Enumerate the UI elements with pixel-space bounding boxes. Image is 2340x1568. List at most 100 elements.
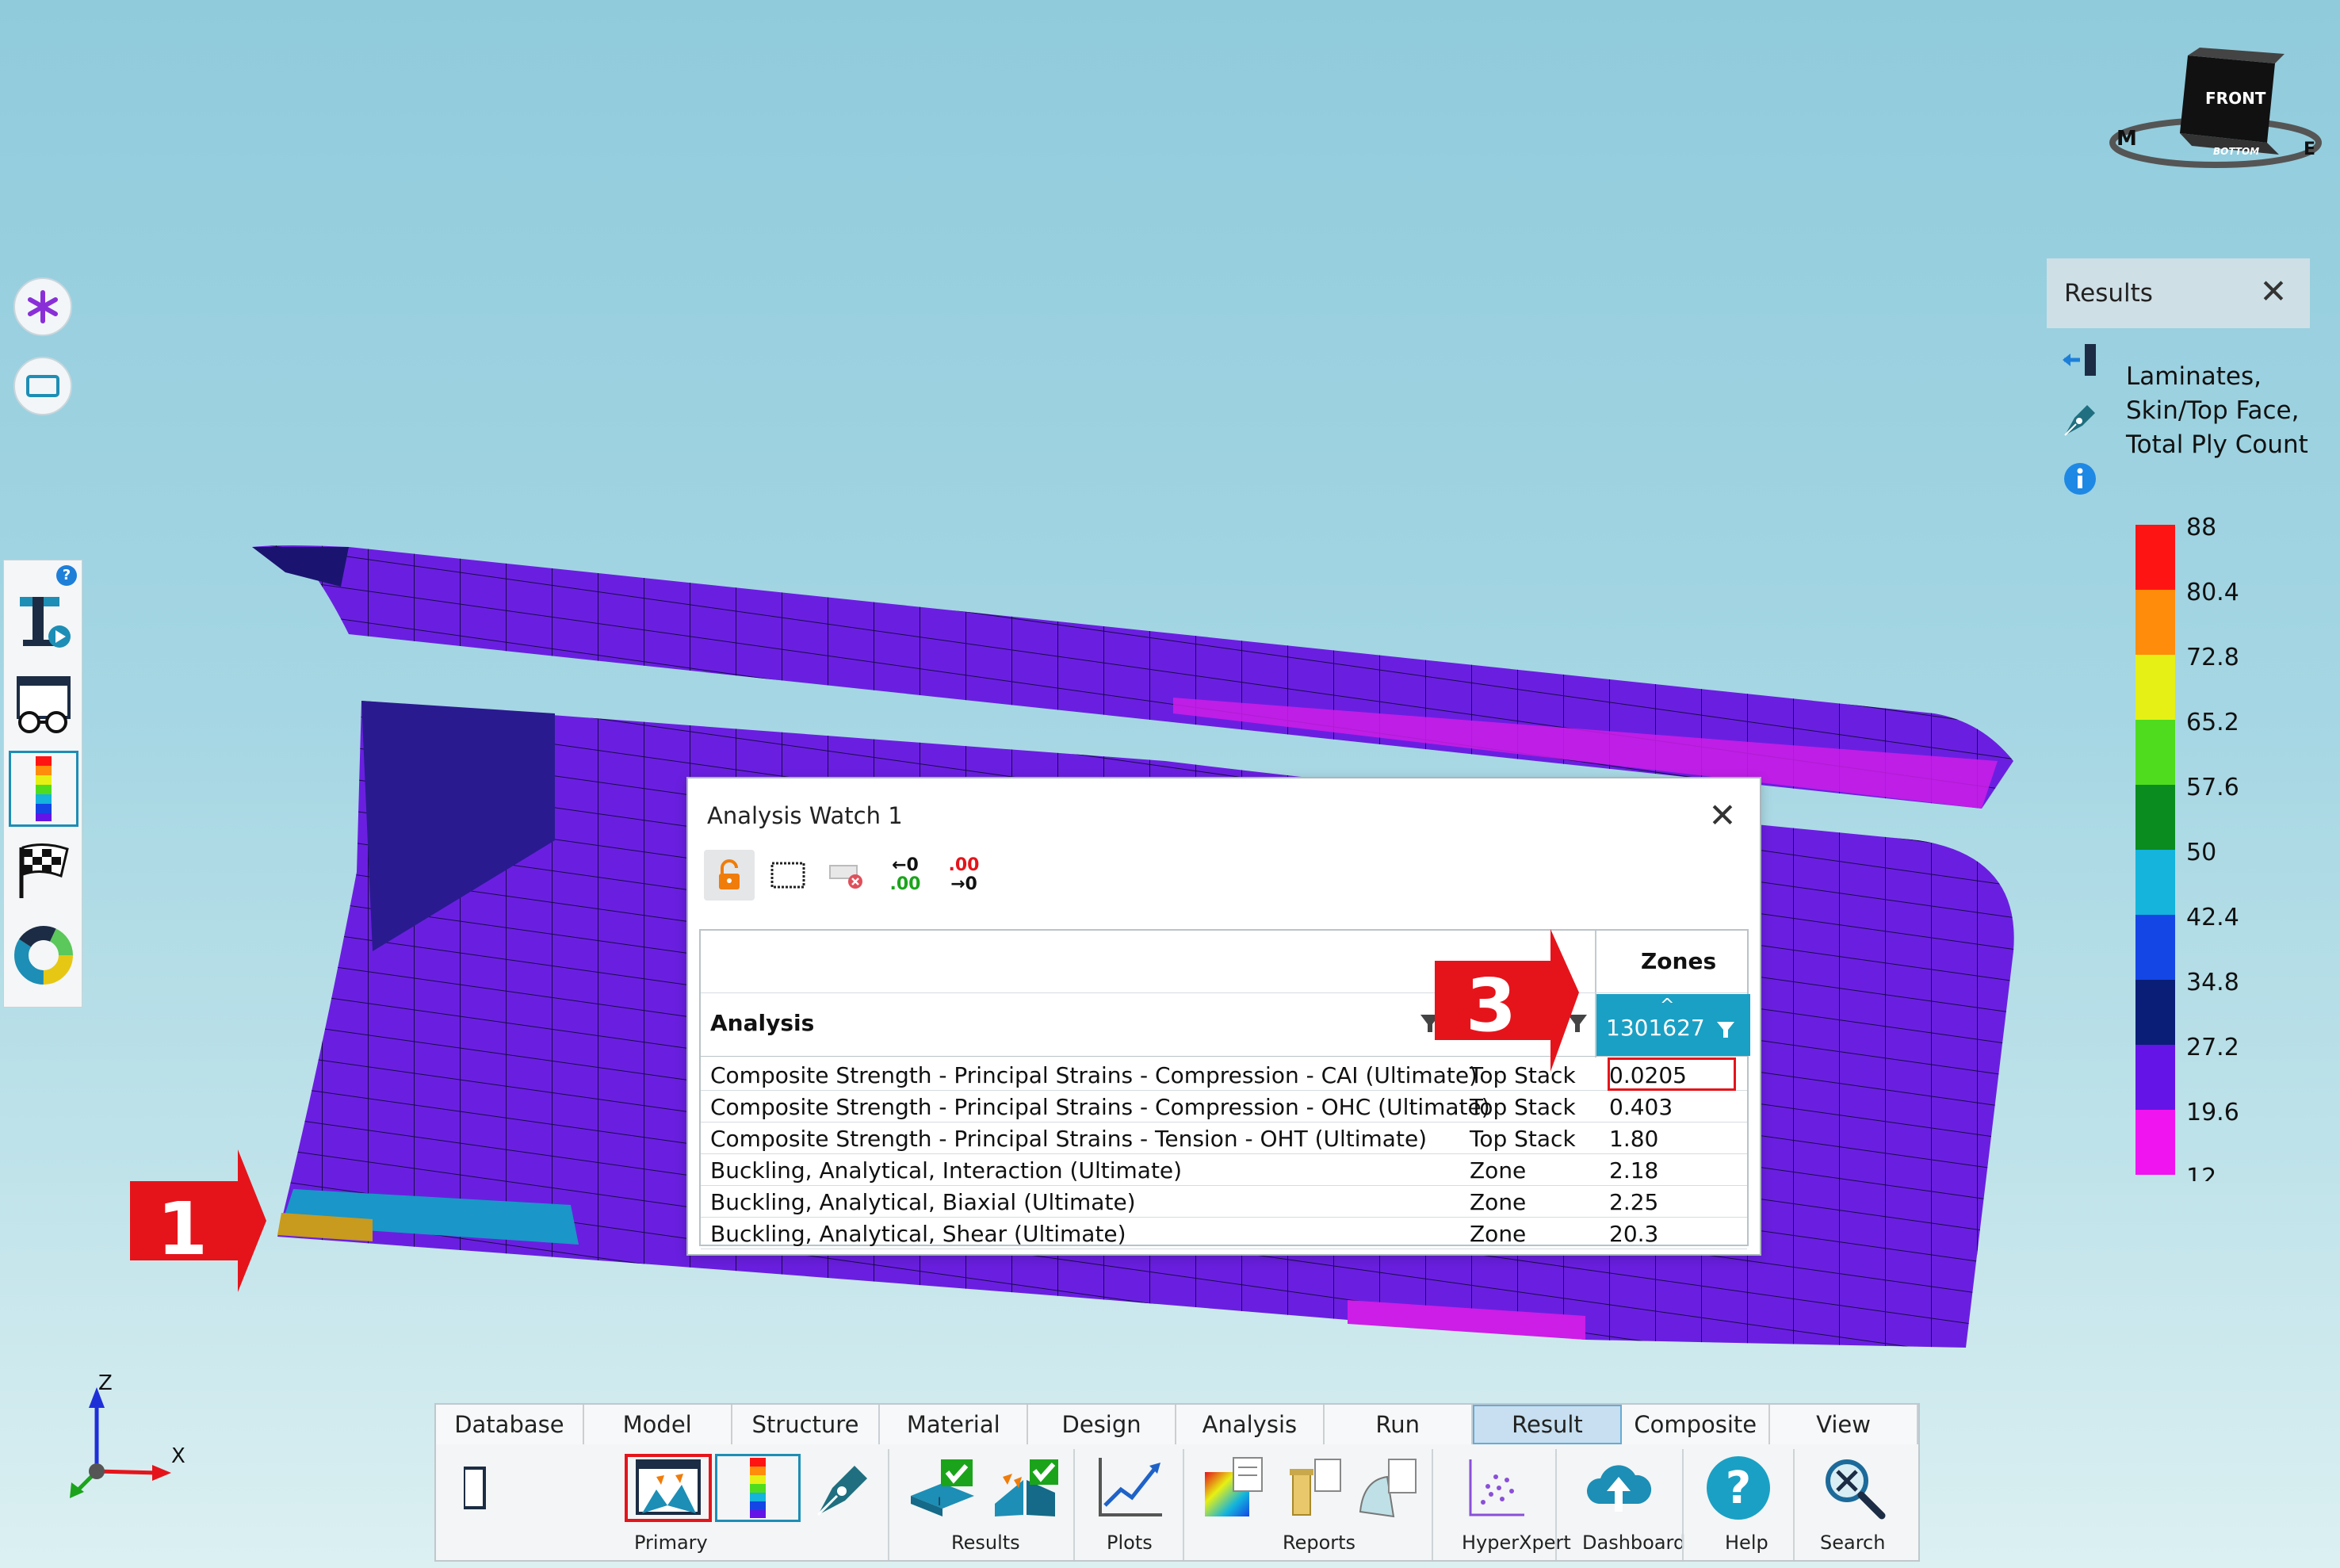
legend-label: 65.2 bbox=[2186, 709, 2239, 736]
dashboard-button[interactable] bbox=[1563, 1454, 1674, 1522]
row-analysis: Buckling, Analytical, Biaxial (Ultimate) bbox=[710, 1189, 1136, 1215]
zones-header[interactable]: Zones bbox=[1641, 948, 1716, 974]
zone-filter-icon[interactable] bbox=[1715, 1019, 1736, 1040]
ribbon-separator bbox=[1682, 1449, 1684, 1560]
ribbon-tab-structure[interactable]: Structure bbox=[732, 1405, 881, 1444]
table-row[interactable]: Buckling, Analytical, Interaction (Ultim… bbox=[701, 1154, 1747, 1186]
legend-swatch bbox=[2135, 915, 2175, 981]
report-surface-button[interactable] bbox=[1349, 1454, 1425, 1522]
asterisk-tool-button[interactable] bbox=[13, 277, 72, 336]
legend-label: 72.8 bbox=[2186, 644, 2239, 671]
watch-close-icon[interactable]: ✕ bbox=[1703, 796, 1742, 836]
legend-label: 50 bbox=[2186, 839, 2217, 866]
ribbon-group-dashboard: Dashboard bbox=[1582, 1532, 1686, 1554]
row-analysis: Buckling, Analytical, Shear (Ultimate) bbox=[710, 1221, 1126, 1247]
primary-analysis-watch-button[interactable] bbox=[625, 1454, 712, 1522]
view-cube-bottom[interactable]: BOTTOM bbox=[2213, 146, 2259, 157]
tool-contour-legend-button[interactable] bbox=[9, 751, 78, 827]
result-name: Laminates, Skin/Top Face, Total Ply Coun… bbox=[2126, 362, 2308, 459]
legend-label: 12 bbox=[2186, 1164, 2217, 1181]
ribbon-separator bbox=[1432, 1449, 1433, 1560]
analysis-watch-dialog: Analysis Watch 1 ✕ ←0 .00 .00 →0 Zones A… bbox=[686, 777, 1761, 1256]
inc-decimals-top: ←0 bbox=[892, 855, 919, 875]
decrease-decimals-button[interactable]: .00 →0 bbox=[939, 850, 989, 901]
table-row[interactable]: Buckling, Analytical, Biaxial (Ultimate)… bbox=[701, 1186, 1747, 1218]
row-location: Zone bbox=[1470, 1157, 1527, 1184]
results-close-icon[interactable]: ✕ bbox=[2253, 271, 2294, 312]
info-icon bbox=[2064, 463, 2096, 495]
cloud-upload-icon bbox=[1586, 1465, 1652, 1512]
highlight-box-value bbox=[1608, 1057, 1736, 1091]
search-icon bbox=[1826, 1459, 1886, 1520]
frame-select-button[interactable] bbox=[763, 850, 813, 901]
view-cube-ring-right[interactable]: E bbox=[2304, 140, 2315, 159]
zone-column-header[interactable]: ^ 1301627 bbox=[1596, 994, 1750, 1056]
svg-text:I: I bbox=[938, 1496, 941, 1509]
legend-label: 88 bbox=[2186, 514, 2217, 541]
ribbon-tab-composite[interactable]: Composite bbox=[1622, 1405, 1771, 1444]
increase-decimals-button[interactable]: ←0 .00 bbox=[880, 850, 931, 901]
legend-swatch bbox=[2135, 1110, 2175, 1175]
legend-label: 34.8 bbox=[2186, 969, 2239, 996]
report-column-button[interactable] bbox=[1276, 1454, 1348, 1522]
row-location: Top Stack bbox=[1470, 1094, 1576, 1120]
view-cube-front[interactable]: FRONT bbox=[2205, 89, 2265, 108]
asterisk-icon bbox=[28, 290, 58, 323]
view-cube-ring-left[interactable]: M bbox=[2116, 127, 2137, 151]
table-header-bottom-line bbox=[701, 1056, 1747, 1057]
report-contour-button[interactable] bbox=[1194, 1454, 1273, 1522]
info-button[interactable] bbox=[2058, 460, 2102, 498]
primary-pen-button[interactable] bbox=[804, 1454, 883, 1522]
plots-button[interactable] bbox=[1086, 1454, 1173, 1522]
search-button[interactable] bbox=[1803, 1454, 1906, 1522]
pen-nib-icon bbox=[2064, 405, 2095, 436]
collapse-left-icon bbox=[2063, 344, 2096, 376]
sort-ascending-icon[interactable]: ^ bbox=[1660, 996, 1674, 1015]
table-row[interactable]: Composite Strength - Principal Strains -… bbox=[701, 1059, 1747, 1091]
tool-donut-chart-button[interactable] bbox=[9, 917, 78, 993]
ribbon-tab-result[interactable]: Result bbox=[1472, 1405, 1623, 1444]
rectangle-tool-button[interactable] bbox=[13, 357, 72, 415]
result-check-icon: I bbox=[911, 1459, 974, 1516]
results-panel: Results ✕ Laminates, Skin/Top Face, Tota… bbox=[2047, 258, 2310, 1257]
ribbon-tab-run[interactable]: Run bbox=[1324, 1405, 1473, 1444]
analysis-watch-icon bbox=[636, 1459, 701, 1515]
tool-checkered-flag-button[interactable] bbox=[9, 833, 78, 909]
ribbon-separator bbox=[1555, 1449, 1557, 1560]
row-analysis: Buckling, Analytical, Interaction (Ultim… bbox=[710, 1157, 1183, 1184]
primary-partial-button[interactable] bbox=[460, 1454, 491, 1522]
ribbon-tab-design[interactable]: Design bbox=[1028, 1405, 1176, 1444]
row-value: 20.3 bbox=[1609, 1221, 1659, 1247]
results-check-zone-button[interactable] bbox=[988, 1454, 1067, 1522]
table-row[interactable]: Buckling, Analytical, Shear (Ultimate) Zo… bbox=[701, 1218, 1747, 1249]
3d-viewport[interactable]: FRONT BOTTOM M E ? Results ✕ Laminates, … bbox=[0, 0, 2340, 1568]
view-cube[interactable]: FRONT BOTTOM M E bbox=[2109, 48, 2323, 182]
tool-view-glasses-button[interactable] bbox=[9, 667, 78, 743]
ribbon-separator bbox=[888, 1449, 889, 1560]
dec-decimals-top: .00 bbox=[948, 855, 980, 875]
edit-result-button[interactable] bbox=[2058, 400, 2102, 438]
axis-triad-icon bbox=[70, 1387, 171, 1498]
ribbon-tab-material[interactable]: Material bbox=[880, 1405, 1029, 1444]
legend-label: 27.2 bbox=[2186, 1034, 2239, 1061]
ribbon-tab-model[interactable]: Model bbox=[583, 1405, 732, 1444]
ribbon-tab-view[interactable]: View bbox=[1770, 1405, 1918, 1444]
tool-text-play-button[interactable] bbox=[9, 584, 78, 660]
axis-z-label: Z bbox=[98, 1371, 113, 1395]
row-value: 0.403 bbox=[1609, 1094, 1673, 1120]
zone-id: 1301627 bbox=[1606, 1015, 1705, 1041]
table-row[interactable]: Composite Strength - Principal Strains -… bbox=[701, 1091, 1747, 1122]
collapse-panel-button[interactable] bbox=[2058, 341, 2102, 379]
help-badge-icon[interactable]: ? bbox=[56, 565, 77, 586]
clear-filter-button[interactable] bbox=[821, 850, 872, 901]
hyperxpert-button[interactable] bbox=[1444, 1454, 1547, 1522]
help-button[interactable]: ? bbox=[1692, 1454, 1785, 1522]
analysis-header[interactable]: Analysis bbox=[710, 1010, 814, 1036]
ribbon-tab-database[interactable]: Database bbox=[436, 1405, 584, 1444]
ribbon-tab-analysis[interactable]: Analysis bbox=[1176, 1405, 1325, 1444]
primary-contour-button[interactable] bbox=[715, 1454, 801, 1522]
table-row[interactable]: Composite Strength - Principal Strains -… bbox=[701, 1122, 1747, 1154]
lock-toggle-button[interactable] bbox=[704, 850, 755, 901]
results-check-button[interactable]: I bbox=[900, 1454, 983, 1522]
watch-dialog-title: Analysis Watch 1 bbox=[707, 802, 903, 829]
